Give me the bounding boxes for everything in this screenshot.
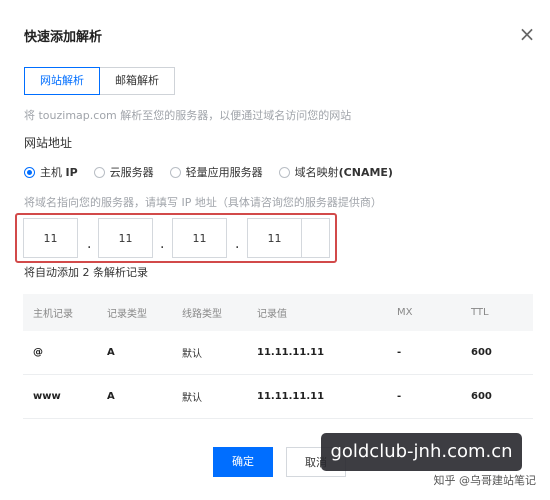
radio-host-ip[interactable]: 主机 IP [24,164,78,180]
dialog: 快速添加解析 × 网站解析 邮箱解析 将 touzimap.com 解析至您的服… [0,0,550,500]
col-header-value: 记录值 [257,309,287,320]
cell-host: www [23,374,97,419]
ip-octet-3-input[interactable] [172,218,227,258]
cell-mx: - [387,331,461,375]
table-header-row: 主机记录 记录类型 线路类型 记录值 MX TTL [23,294,533,331]
cell-value: 11.11.11.11 [247,374,387,419]
col-header-line: 线路类型 [182,309,222,320]
close-icon[interactable]: × [518,24,536,44]
cell-ttl: 600 [461,374,533,419]
ip-separator: . [160,236,165,252]
table-row: @ A 默认 11.11.11.11 - 600 [23,331,533,375]
tab-bar: 网站解析 邮箱解析 [24,67,175,95]
description-text: 将 touzimap.com 解析至您的服务器，以便通过域名访问您的网站 [24,109,352,122]
radio-label: 主机 IP [40,166,78,179]
dialog-title: 快速添加解析 [24,30,103,45]
ip-octet-1-input[interactable] [23,218,78,258]
ip-octet-2-input[interactable] [98,218,153,258]
records-count-text: 将自动添加 2 条解析记录 [24,266,148,279]
col-header-mx: MX [397,307,413,318]
cell-type: A [97,331,172,375]
cell-type: A [97,374,172,419]
radio-label: 云服务器 [109,166,154,179]
radio-label: 域名映射(CNAME) [294,166,393,179]
radio-domain-mapping[interactable]: 域名映射(CNAME) [278,164,393,180]
radio-unselected-icon [278,166,290,178]
ip-separator: . [235,236,240,252]
ip-field-tail [302,218,330,258]
radio-label: 轻量应用服务器 [185,166,263,179]
cell-mx: - [387,374,461,419]
col-header-ttl: TTL [471,307,489,318]
radio-unselected-icon [169,166,181,178]
radio-lightweight-server[interactable]: 轻量应用服务器 [169,164,263,180]
cell-line: 默认 [172,331,247,375]
tab-website-resolve[interactable]: 网站解析 [24,67,100,95]
col-header-host: 主机记录 [33,309,73,320]
site-address-label: 网站地址 [24,136,73,150]
col-header-type: 记录类型 [107,309,147,320]
tab-email-resolve[interactable]: 邮箱解析 [99,67,175,95]
records-table: 主机记录 记录类型 线路类型 记录值 MX TTL @ A 默认 11.11.1… [23,294,533,419]
brand-watermark: 知乎 @乌哥建站笔记 [433,474,537,487]
radio-group: 主机 IP 云服务器 轻量应用服务器 域名映射(CNAME) [24,164,409,180]
confirm-button[interactable]: 确定 [213,447,273,477]
cell-value: 11.11.11.11 [247,331,387,375]
radio-unselected-icon [93,166,105,178]
cell-ttl: 600 [461,331,533,375]
cell-host: @ [23,331,97,375]
table-row: www A 默认 11.11.11.11 - 600 [23,374,533,419]
radio-selected-icon [24,166,35,178]
radio-cloud-server[interactable]: 云服务器 [93,164,154,180]
watermark-overlay: goldclub-jnh.com.cn [321,433,522,471]
cell-line: 默认 [172,374,247,419]
ip-separator: . [87,236,92,252]
ip-octet-4-input[interactable] [247,218,302,258]
ip-hint: 将域名指向您的服务器，请填写 IP 地址（具体请咨询您的服务器提供商） [24,196,382,209]
